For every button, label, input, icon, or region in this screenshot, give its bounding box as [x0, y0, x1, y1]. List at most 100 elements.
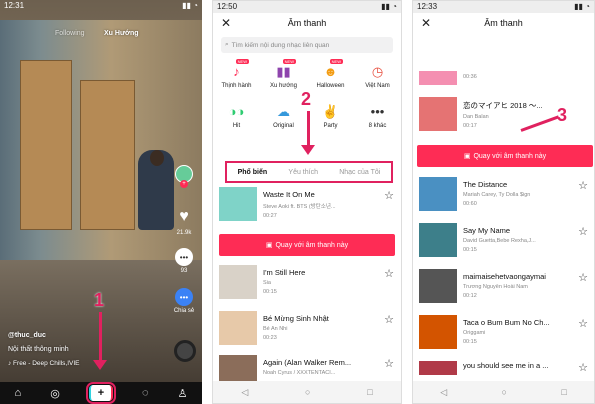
song-duration: 00:23 — [263, 335, 277, 341]
list-item[interactable]: I'm Still Here Sia 00:15 ☆ — [219, 265, 397, 303]
tab-my-music[interactable]: Nhạc của Tôi — [339, 169, 380, 176]
favorite-star-icon[interactable]: ☆ — [575, 271, 591, 284]
close-icon[interactable]: ✕ — [221, 16, 231, 30]
annotation-arrow-2 — [307, 111, 310, 147]
search-input[interactable]: ⌕ Tìm kiếm nội dung nhạc liên quan — [221, 37, 393, 53]
create-video-button[interactable]: + — [85, 382, 116, 404]
list-item[interactable]: Taca o Bum Bum No Ch... Origgami 00:15 ☆ — [419, 315, 591, 353]
video-caption: Nội thất thông minh — [8, 346, 69, 353]
category-label: Hit — [232, 123, 241, 129]
follow-plus-icon[interactable]: + — [180, 180, 188, 188]
category-icon: ☻ — [323, 64, 338, 79]
list-item[interactable]: maimaisehetvaongaymai Trương Nguyễn Hoài … — [419, 269, 591, 307]
album-art — [419, 223, 457, 257]
category-3[interactable]: ☻ NEW Halloween — [307, 59, 354, 99]
recents-icon[interactable]: □ — [367, 387, 372, 397]
favorite-star-icon[interactable]: ☆ — [575, 225, 591, 238]
annotation-arrowhead-1 — [93, 360, 107, 370]
cabinet — [80, 80, 135, 230]
song-title: Say My Name — [463, 226, 511, 235]
home-circle-icon[interactable]: ○ — [502, 387, 507, 397]
song-duration: 00:15 — [463, 339, 477, 345]
song-title: 恋のマイアヒ 2018 〜... — [463, 101, 543, 110]
song-artist: Mariah Carey, Ty Dolla $ign — [463, 192, 531, 198]
close-icon[interactable]: ✕ — [421, 16, 431, 30]
inbox-icon[interactable]: ◌ — [142, 387, 149, 399]
status-time: 12:33 — [417, 2, 438, 11]
music-disc-icon[interactable] — [174, 340, 196, 362]
annotation-arrowhead-2 — [301, 145, 315, 155]
album-art — [219, 187, 257, 221]
favorite-star-icon[interactable]: ☆ — [575, 179, 591, 192]
annotation-3: 3 — [557, 105, 568, 125]
music-tabs: Phổ biến Yêu thích Nhạc của Tôi — [225, 161, 393, 183]
search-placeholder: Tìm kiếm nội dung nhạc liên quan — [231, 41, 330, 49]
album-art — [419, 71, 457, 85]
category-icon: ▮▮ — [276, 64, 291, 79]
category-4[interactable]: ◷ Việt Nam — [354, 59, 401, 99]
category-2[interactable]: ▮▮ NEW Xu hướng — [260, 59, 307, 99]
tab-popular[interactable]: Phổ biến — [238, 169, 268, 176]
sound-screen-browse: 12:50 ▮▮ ◔ ✕ Âm thanh ⌕ Tìm kiếm nội dung … — [212, 0, 402, 404]
recents-icon[interactable]: □ — [561, 387, 566, 397]
favorite-star-icon[interactable]: ☆ — [381, 267, 397, 280]
favorite-star-icon[interactable]: ☆ — [575, 317, 591, 330]
song-duration: 00:36 — [463, 74, 477, 80]
album-art — [419, 361, 457, 375]
category-1[interactable]: ♪ NEW Thịnh hành — [213, 59, 260, 99]
record-with-sound-button[interactable]: ▣ Quay với âm thanh này — [219, 234, 395, 256]
category-icon: ◷ — [371, 64, 384, 79]
list-item[interactable]: you should see me in a ... ☆ — [419, 361, 591, 381]
list-item[interactable]: Bé Mừng Sinh Nhật Bé An Nhi 00:23 ☆ — [219, 311, 397, 349]
share-label: Chia sẻ — [173, 308, 195, 314]
sound-screen-selected: 12:33 ▮▮ ◔ ✕ Âm thanh 00:36 恋のマイアヒ 2018 〜… — [412, 0, 595, 404]
album-art — [419, 315, 457, 349]
back-icon[interactable]: ◁ — [440, 387, 447, 398]
favorite-star-icon[interactable]: ☆ — [381, 189, 397, 202]
favorite-star-icon[interactable]: ☆ — [381, 313, 397, 326]
camera-icon: ▣ — [463, 153, 471, 160]
record-with-sound-button[interactable]: ▣ Quay với âm thanh này — [417, 145, 593, 167]
tab-for-you[interactable]: Xu Hướng — [104, 30, 139, 37]
favorite-star-icon[interactable]: ☆ — [381, 357, 397, 370]
list-item[interactable]: 00:36 — [419, 71, 589, 91]
music-ticker[interactable]: ♪ Free - Deep Chills,IVIE — [8, 360, 80, 367]
favorite-star-icon[interactable]: ☆ — [575, 361, 591, 374]
home-circle-icon[interactable]: ○ — [305, 387, 310, 397]
category-7[interactable]: ✌ Party — [307, 99, 354, 139]
profile-icon[interactable]: ♙ — [178, 387, 188, 400]
list-item[interactable]: Waste It On Me Steve Aoki ft. BTS (방탄소년..… — [219, 187, 397, 225]
username[interactable]: @thuc_duc — [8, 332, 46, 339]
song-title: maimaisehetvaongaymai — [463, 272, 546, 281]
category-6[interactable]: ☁ Original — [260, 99, 307, 139]
home-icon[interactable]: ⌂ — [15, 387, 22, 399]
category-icon: ◑◑ — [228, 104, 245, 119]
header: ✕ Âm thanh — [413, 13, 594, 33]
comment-icon[interactable]: ••• — [175, 248, 193, 266]
annotation-arrow-1 — [99, 312, 102, 364]
song-title: Taca o Bum Bum No Ch... — [463, 318, 550, 327]
new-badge: NEW — [235, 59, 249, 64]
list-item[interactable]: The Distance Mariah Carey, Ty Dolla $ign 0… — [419, 177, 591, 215]
heart-icon[interactable]: ♥ — [175, 208, 193, 226]
song-artist: Steve Aoki ft. BTS (방탄소년... — [263, 204, 336, 210]
share-icon[interactable]: ••• — [175, 288, 193, 306]
discover-icon[interactable]: ◎ — [50, 387, 60, 400]
annotation-2: 2 — [301, 89, 312, 109]
album-art — [419, 97, 457, 131]
list-item[interactable]: Say My Name David Guetta,Bebe Rexha,J... 0… — [419, 223, 591, 261]
tab-following[interactable]: Following — [55, 30, 85, 37]
song-title: Bé Mừng Sinh Nhật — [263, 314, 329, 323]
song-duration: 00:12 — [463, 293, 477, 299]
category-8[interactable]: ••• 8 khác — [354, 99, 401, 139]
back-icon[interactable]: ◁ — [241, 387, 248, 398]
category-5[interactable]: ◑◑ Hit — [213, 99, 260, 139]
category-icon: ♪ — [233, 64, 240, 79]
category-label: Thịnh hành — [221, 83, 252, 89]
status-bar: 12:31 ▮▮ ◔ — [4, 1, 198, 10]
status-time: 12:31 — [4, 1, 25, 10]
category-label: Halloween — [316, 83, 345, 89]
tab-favorites[interactable]: Yêu thích — [288, 169, 318, 176]
new-badge: NEW — [282, 59, 296, 64]
record-button-label: Quay với âm thanh này — [473, 152, 547, 160]
